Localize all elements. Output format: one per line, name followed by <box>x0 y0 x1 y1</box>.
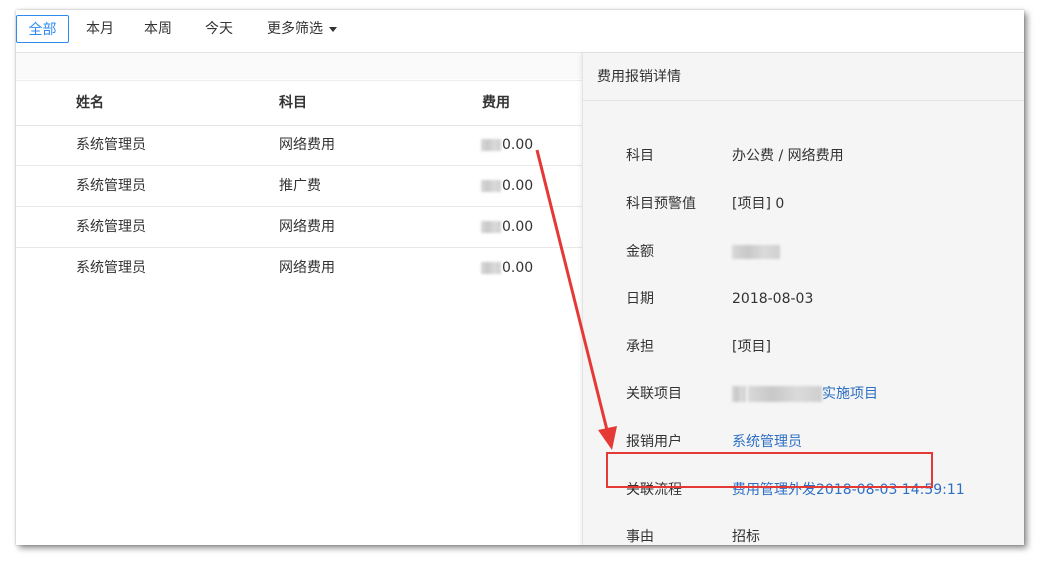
table-row[interactable]: 系统管理员 网络费用 0.00 <box>16 248 582 288</box>
cell-name: 系统管理员 <box>76 137 146 153</box>
filter-all-button[interactable]: 全部 <box>16 15 69 43</box>
field-flow: 关联流程 费用管理外发2018-08-03 14:59:11 <box>583 475 1024 505</box>
field-label: 关联项目 <box>626 386 682 402</box>
cost-suffix: 0.00 <box>502 137 534 153</box>
field-label: 报销用户 <box>626 434 682 450</box>
redacted-text <box>732 386 746 402</box>
field-amount: 金额 <box>583 237 1024 267</box>
cell-subject: 网络费用 <box>279 260 335 276</box>
field-value: [项目] 0 <box>732 196 785 212</box>
filter-bar: 全部 本月 本周 今天 更多筛选 <box>16 10 1024 53</box>
field-project: 关联项目 实施项目 <box>583 379 1024 409</box>
field-date: 日期 2018-08-03 <box>583 284 1024 314</box>
filter-today-button[interactable]: 今天 <box>199 15 239 43</box>
field-label: 科目预警值 <box>626 196 696 212</box>
flow-link[interactable]: 费用管理外发2018-08-03 14:59:11 <box>732 475 965 505</box>
filter-month-button[interactable]: 本月 <box>80 15 120 43</box>
field-label: 承担 <box>626 339 654 355</box>
column-header-name[interactable]: 姓名 <box>76 81 104 125</box>
field-value <box>732 237 780 267</box>
field-warning-value: 科目预警值 [项目] 0 <box>583 189 1024 219</box>
app-window: 全部 本月 本周 今天 更多筛选 姓名 科目 费用 系统管理员 网络费用 0.0… <box>16 10 1024 545</box>
cell-cost: 0.00 <box>481 125 533 165</box>
cell-name: 系统管理员 <box>76 260 146 276</box>
field-label: 日期 <box>626 291 654 307</box>
cell-name: 系统管理员 <box>76 178 146 194</box>
field-reason: 事由 招标 <box>583 522 1024 545</box>
table-row[interactable]: 系统管理员 网络费用 0.00 <box>16 125 582 166</box>
cell-subject: 推广费 <box>279 178 321 194</box>
more-filters-label: 更多筛选 <box>267 21 323 37</box>
table-row[interactable]: 系统管理员 推广费 0.00 <box>16 166 582 207</box>
redacted-amount <box>481 180 501 192</box>
redacted-amount <box>481 139 501 151</box>
field-value: 办公费 / 网络费用 <box>732 148 844 164</box>
project-link[interactable]: 实施项目 <box>732 379 878 409</box>
table-header: 姓名 科目 费用 <box>16 80 582 126</box>
field-subject: 科目 办公费 / 网络费用 <box>583 141 1024 171</box>
field-value: [项目] <box>732 339 771 355</box>
cell-cost: 0.00 <box>481 166 533 206</box>
cell-subject: 网络费用 <box>279 219 335 235</box>
cell-cost: 0.00 <box>481 207 533 247</box>
field-user: 报销用户 系统管理员 <box>583 427 1024 457</box>
field-value: 招标 <box>732 529 760 545</box>
cost-suffix: 0.00 <box>502 178 534 194</box>
redacted-amount <box>481 262 501 274</box>
cell-subject: 网络费用 <box>279 137 335 153</box>
field-label: 事由 <box>626 529 654 545</box>
cell-name: 系统管理员 <box>76 219 146 235</box>
filter-week-button[interactable]: 本周 <box>138 15 178 43</box>
field-label: 关联流程 <box>626 482 682 498</box>
cost-suffix: 0.00 <box>502 219 534 235</box>
more-filters-dropdown[interactable]: 更多筛选 <box>262 15 342 43</box>
field-value: 2018-08-03 <box>732 291 814 307</box>
field-label: 科目 <box>626 148 654 164</box>
field-bearer: 承担 [项目] <box>583 332 1024 362</box>
table-row[interactable]: 系统管理员 网络费用 0.00 <box>16 207 582 248</box>
panel-title: 费用报销详情 <box>583 53 1024 101</box>
column-header-subject[interactable]: 科目 <box>279 81 307 125</box>
cell-cost: 0.00 <box>481 248 533 288</box>
user-link[interactable]: 系统管理员 <box>732 427 802 457</box>
redacted-amount <box>481 221 501 233</box>
cost-suffix: 0.00 <box>502 260 534 276</box>
field-label: 金额 <box>626 244 654 260</box>
caret-down-icon <box>329 26 337 32</box>
column-header-cost[interactable]: 费用 <box>482 81 510 125</box>
redacted-text <box>748 386 822 402</box>
expense-detail-panel: 费用报销详情 科目 办公费 / 网络费用 科目预警值 [项目] 0 金额 日期 … <box>582 53 1024 545</box>
table-toolbar-strip <box>16 53 582 79</box>
project-link-text: 实施项目 <box>822 386 878 402</box>
redacted-amount <box>732 245 780 259</box>
